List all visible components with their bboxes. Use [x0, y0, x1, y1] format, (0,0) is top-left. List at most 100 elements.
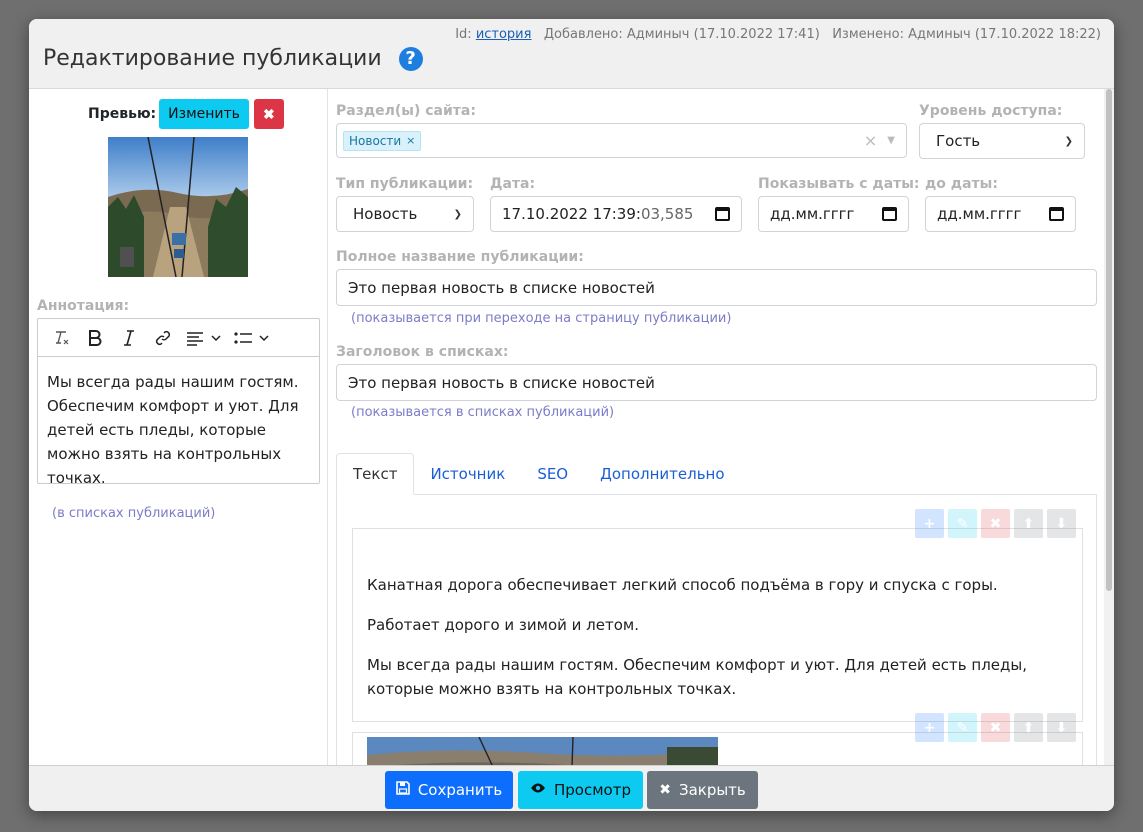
meta-added: Добавлено: Админыч (17.10.2022 17:41): [543, 27, 820, 42]
left-panel: Превью: Изменить ✖ Аннотация: Мы всегда …: [29, 89, 328, 765]
chevron-down-icon: ❯: [453, 208, 462, 220]
block-tools-2: + ✎ ✖ ⬆ ⬇: [915, 713, 1080, 742]
show-to-label: до даты:: [925, 176, 998, 192]
clear-format-icon[interactable]: [49, 326, 73, 350]
access-label: Уровень доступа:: [919, 103, 1063, 119]
change-preview-button[interactable]: Изменить: [159, 99, 249, 129]
tab-panel-text: + ✎ ✖ ⬆ ⬇ Канатная дорога обеспечивает л…: [336, 495, 1097, 765]
close-icon: ✖: [659, 782, 671, 798]
tag-remove-icon[interactable]: ×: [406, 134, 415, 147]
list-title-hint: (показывается в списках публикаций): [351, 405, 615, 420]
edit-publication-modal: Id: история Добавлено: Админыч (17.10.20…: [29, 19, 1114, 811]
save-button[interactable]: Сохранить: [385, 771, 513, 809]
content-tabs: Текст Источник SEO Дополнительно: [336, 453, 1097, 495]
show-to-input[interactable]: дд.мм.гггг: [925, 196, 1076, 232]
modal-header: Id: история Добавлено: Админыч (17.10.20…: [29, 19, 1114, 89]
tab-additional[interactable]: Дополнительно: [584, 453, 740, 495]
tab-text[interactable]: Текст: [336, 453, 415, 495]
cable-car-photo: [108, 137, 248, 277]
annotation-text[interactable]: Мы всегда рады нашим гостям. Обеспечим к…: [38, 357, 319, 503]
eye-icon: [530, 782, 546, 798]
chevron-down-icon[interactable]: ▼: [887, 135, 895, 146]
type-value: Новость: [353, 205, 418, 223]
full-title-hint: (показывается при переходе на страницу п…: [351, 311, 732, 326]
move-down-icon[interactable]: ⬇: [1047, 509, 1076, 538]
preview-row: Превью: Изменить ✖: [88, 99, 284, 129]
sections-label: Раздел(ы) сайта:: [336, 103, 476, 119]
move-up-icon[interactable]: ⬆: [1014, 509, 1043, 538]
full-title-input[interactable]: Это первая новость в списке новостей: [336, 269, 1097, 306]
meta-id-label: Id:: [455, 27, 472, 42]
show-from-placeholder: дд.мм.гггг: [770, 205, 855, 223]
delete-icon[interactable]: ✖: [981, 713, 1010, 742]
bold-icon[interactable]: [83, 326, 107, 350]
italic-icon[interactable]: [117, 326, 141, 350]
close-label: Закрыть: [678, 781, 746, 799]
delete-preview-button[interactable]: ✖: [253, 99, 284, 129]
annotation-hint: (в списках публикаций): [52, 506, 216, 521]
type-label: Тип публикации:: [336, 176, 474, 192]
preview-label: Просмотр: [554, 781, 631, 799]
date-label: Дата:: [490, 176, 536, 192]
editor-toolbar: [38, 319, 319, 357]
move-down-icon[interactable]: ⬇: [1047, 713, 1076, 742]
link-icon[interactable]: [151, 326, 175, 350]
section-tag: Новости ×: [343, 130, 422, 151]
calendar-icon[interactable]: [715, 207, 730, 221]
date-value-ms: 03,585: [640, 205, 694, 223]
clear-selection-icon[interactable]: ×: [864, 131, 877, 150]
modal-footer: Сохранить Просмотр ✖ Закрыть: [29, 765, 1114, 811]
scrollbar[interactable]: [1104, 89, 1114, 765]
section-tag-label: Новости: [349, 133, 402, 148]
move-up-icon[interactable]: ⬆: [1014, 713, 1043, 742]
access-value: Гость: [936, 132, 981, 150]
block-tools-1: + ✎ ✖ ⬆ ⬇: [915, 509, 1080, 538]
meta-info: Id: история Добавлено: Админыч (17.10.20…: [455, 27, 1101, 42]
content-paragraph: Канатная дорога обеспечивает легкий спос…: [367, 576, 998, 594]
list-icon[interactable]: [233, 326, 271, 350]
history-link[interactable]: история: [476, 27, 532, 42]
annotation-label: Аннотация:: [37, 298, 130, 314]
list-title-input[interactable]: Это первая новость в списке новостей: [336, 364, 1097, 401]
show-from-input[interactable]: дд.мм.гггг: [758, 196, 909, 232]
scrollbar-thumb[interactable]: [1106, 89, 1112, 591]
list-title-value: Это первая новость в списке новостей: [348, 373, 655, 392]
full-title-label: Полное название публикации:: [336, 249, 584, 265]
save-label: Сохранить: [417, 781, 503, 799]
add-icon[interactable]: +: [915, 509, 944, 538]
meta-changed: Изменено: Админыч (17.10.2022 18:22): [832, 27, 1101, 42]
list-title-label: Заголовок в списках:: [336, 344, 509, 360]
page-title-row: Редактирование публикации ?: [43, 46, 423, 71]
page-title: Редактирование публикации: [43, 46, 382, 71]
tab-seo[interactable]: SEO: [521, 453, 584, 495]
floppy-disk-icon: [396, 781, 410, 799]
right-panel: Раздел(ы) сайта: Новости × × ▼ Уровень д…: [328, 89, 1114, 765]
chevron-down-icon: ❯: [1064, 135, 1073, 147]
add-icon[interactable]: +: [915, 713, 944, 742]
calendar-icon[interactable]: [882, 207, 897, 221]
full-title-value: Это первая новость в списке новостей: [348, 278, 655, 297]
cable-car-wide-photo: [367, 737, 718, 765]
edit-icon[interactable]: ✎: [948, 713, 977, 742]
close-button[interactable]: ✖ Закрыть: [647, 771, 758, 809]
content-paragraph: Работает дорого и зимой и летом.: [367, 616, 639, 634]
show-to-placeholder: дд.мм.гггг: [937, 205, 1022, 223]
date-input[interactable]: 17.10.2022 17:39: 03,585: [490, 196, 742, 232]
show-from-label: Показывать с даты:: [758, 176, 920, 192]
delete-icon[interactable]: ✖: [981, 509, 1010, 538]
preview-label: Превью:: [88, 106, 157, 122]
date-value: 17.10.2022 17:39:: [502, 205, 641, 223]
align-icon[interactable]: [185, 326, 223, 350]
type-select[interactable]: Новость ❯: [336, 196, 474, 232]
tab-source[interactable]: Источник: [414, 453, 521, 495]
annotation-editor: Мы всегда рады нашим гостям. Обеспечим к…: [37, 318, 320, 487]
sections-select[interactable]: Новости × × ▼: [336, 123, 907, 158]
text-block[interactable]: Канатная дорога обеспечивает легкий спос…: [352, 528, 1083, 722]
preview-thumbnail: [108, 137, 248, 277]
edit-icon[interactable]: ✎: [948, 509, 977, 538]
calendar-icon[interactable]: [1049, 207, 1064, 221]
preview-button[interactable]: Просмотр: [518, 771, 643, 809]
question-circle-icon[interactable]: ?: [398, 46, 423, 71]
content-paragraph: Мы всегда рады нашим гостям. Обеспечим к…: [367, 656, 1027, 698]
access-select[interactable]: Гость ❯: [919, 123, 1085, 159]
